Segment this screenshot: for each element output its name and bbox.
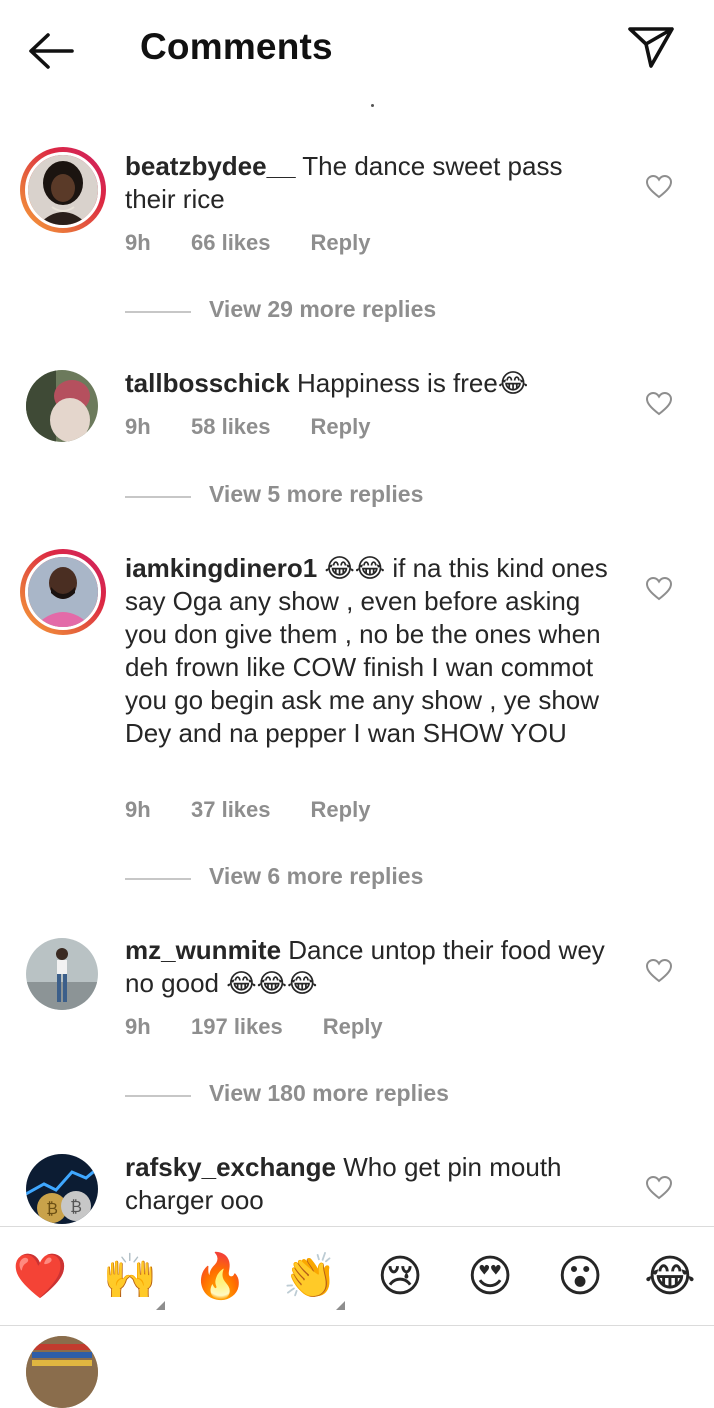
tears-of-joy-icon[interactable]: 😂 xyxy=(642,1249,698,1305)
comment-meta: 9h 197 likes Reply xyxy=(125,1014,383,1040)
comment-meta: 9h 58 likes Reply xyxy=(125,414,370,440)
heart-icon[interactable] xyxy=(645,1175,673,1201)
view-replies-label: View 6 more replies xyxy=(209,863,424,889)
replies-divider xyxy=(125,1095,191,1097)
raising-hands-icon[interactable]: 🙌 xyxy=(102,1249,158,1305)
view-replies-label: View 5 more replies xyxy=(209,481,424,507)
comment-text: beatzbydee__ The dance sweet pass their … xyxy=(125,150,610,216)
heart-icon[interactable] xyxy=(645,174,673,200)
send-icon[interactable] xyxy=(626,24,676,70)
svg-text:₿: ₿ xyxy=(46,1199,58,1218)
fire-icon[interactable]: 🔥 xyxy=(192,1249,248,1305)
back-arrow-icon[interactable] xyxy=(26,30,76,72)
comment-time: 9h xyxy=(125,1014,151,1039)
avatar[interactable] xyxy=(26,938,98,1010)
comment-username[interactable]: rafsky_exchange xyxy=(125,1152,336,1182)
surprised-face-icon[interactable]: 😮 xyxy=(552,1249,608,1305)
comment-time: 9h xyxy=(125,230,151,255)
reply-button[interactable]: Reply xyxy=(311,230,371,256)
like-count[interactable]: 197 likes xyxy=(191,1014,283,1040)
comment-time: 9h xyxy=(125,414,151,439)
comment-meta: 9h 66 likes Reply xyxy=(125,230,370,256)
like-count[interactable]: 37 likes xyxy=(191,797,271,823)
crying-face-icon[interactable]: 😢 xyxy=(372,1249,428,1305)
comment-body: Happiness is free😂 xyxy=(296,368,529,398)
page-title: Comments xyxy=(140,26,333,67)
heart-icon[interactable] xyxy=(645,391,673,417)
avatar[interactable]: ₿ ₿ xyxy=(26,1154,98,1224)
current-user-avatar xyxy=(26,1336,98,1408)
heart-eyes-icon[interactable]: 😍 xyxy=(462,1249,518,1305)
reply-button[interactable]: Reply xyxy=(311,797,371,823)
heart-icon[interactable] xyxy=(645,958,673,984)
comment-text: mz_wunmite Dance untop their food wey no… xyxy=(125,934,610,1000)
skin-tone-indicator xyxy=(156,1301,165,1310)
comment-text: iamkingdinero1 😂😂 if na this kind ones s… xyxy=(125,552,610,750)
comment-username[interactable]: tallbosschick xyxy=(125,368,290,398)
comment-username[interactable]: beatzbydee__ xyxy=(125,151,296,181)
red-heart-icon[interactable]: ❤️ xyxy=(12,1249,68,1305)
avatar[interactable] xyxy=(20,549,106,635)
comment-username[interactable]: iamkingdinero1 xyxy=(125,553,317,583)
comment-text: tallbosschick Happiness is free😂 xyxy=(125,367,610,400)
header-bar: Comments xyxy=(0,0,714,100)
avatar[interactable] xyxy=(20,147,106,233)
reply-button[interactable]: Reply xyxy=(323,1014,383,1040)
like-count[interactable]: 66 likes xyxy=(191,230,271,256)
comment-time: 9h xyxy=(125,797,151,822)
avatar[interactable] xyxy=(26,370,98,442)
replies-divider xyxy=(125,496,191,498)
skin-tone-indicator xyxy=(336,1301,345,1310)
replies-divider xyxy=(125,878,191,880)
clapping-hands-icon[interactable]: 👏 xyxy=(282,1249,338,1305)
comment-text: rafsky_exchange Who get pin mouth charge… xyxy=(125,1151,610,1217)
like-count[interactable]: 58 likes xyxy=(191,414,271,440)
heart-icon[interactable] xyxy=(645,576,673,602)
scroll-indicator-dot xyxy=(371,104,374,107)
view-replies-label: View 29 more replies xyxy=(209,296,437,322)
reply-button[interactable]: Reply xyxy=(311,414,371,440)
comment-username[interactable]: mz_wunmite xyxy=(125,935,281,965)
svg-text:₿: ₿ xyxy=(70,1197,82,1216)
replies-divider xyxy=(125,311,191,313)
comment-meta: 9h 37 likes Reply xyxy=(125,797,370,823)
view-replies-label: View 180 more replies xyxy=(209,1080,449,1106)
quick-reaction-bar: ❤️ 🙌 🔥 👏 😢 😍 😮 😂 xyxy=(0,1226,714,1326)
